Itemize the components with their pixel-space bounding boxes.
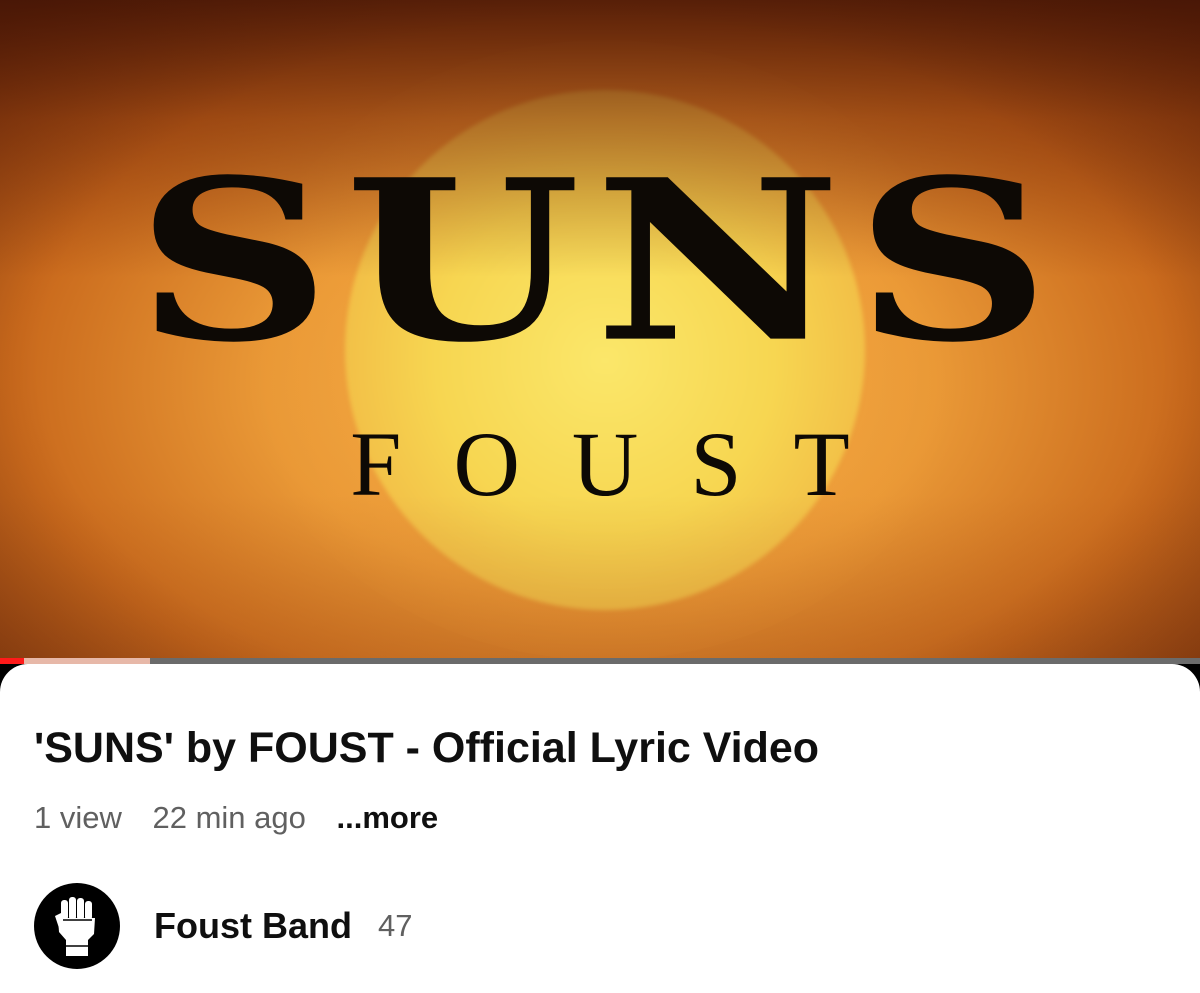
video-frame-title: SUNS	[135, 130, 1065, 392]
view-count: 1 view	[34, 800, 122, 835]
more-button[interactable]: ...more	[337, 800, 439, 835]
subscriber-count: 47	[377, 908, 413, 943]
raised-fist-icon	[55, 897, 95, 956]
avatar[interactable]	[34, 883, 120, 969]
video-title[interactable]: 'SUNS' by FOUST - Official Lyric Video	[34, 724, 819, 773]
progress-played	[0, 658, 24, 664]
upload-age: 22 min ago	[152, 800, 306, 835]
video-player[interactable]: SUNS FOUST	[0, 0, 1200, 660]
channel-row[interactable]: Foust Band 47	[34, 882, 412, 970]
video-frame-subtitle: FOUST	[350, 413, 902, 515]
channel-name[interactable]: Foust Band	[154, 905, 352, 947]
video-meta[interactable]: 1 view 22 min ago ...more	[34, 800, 460, 836]
